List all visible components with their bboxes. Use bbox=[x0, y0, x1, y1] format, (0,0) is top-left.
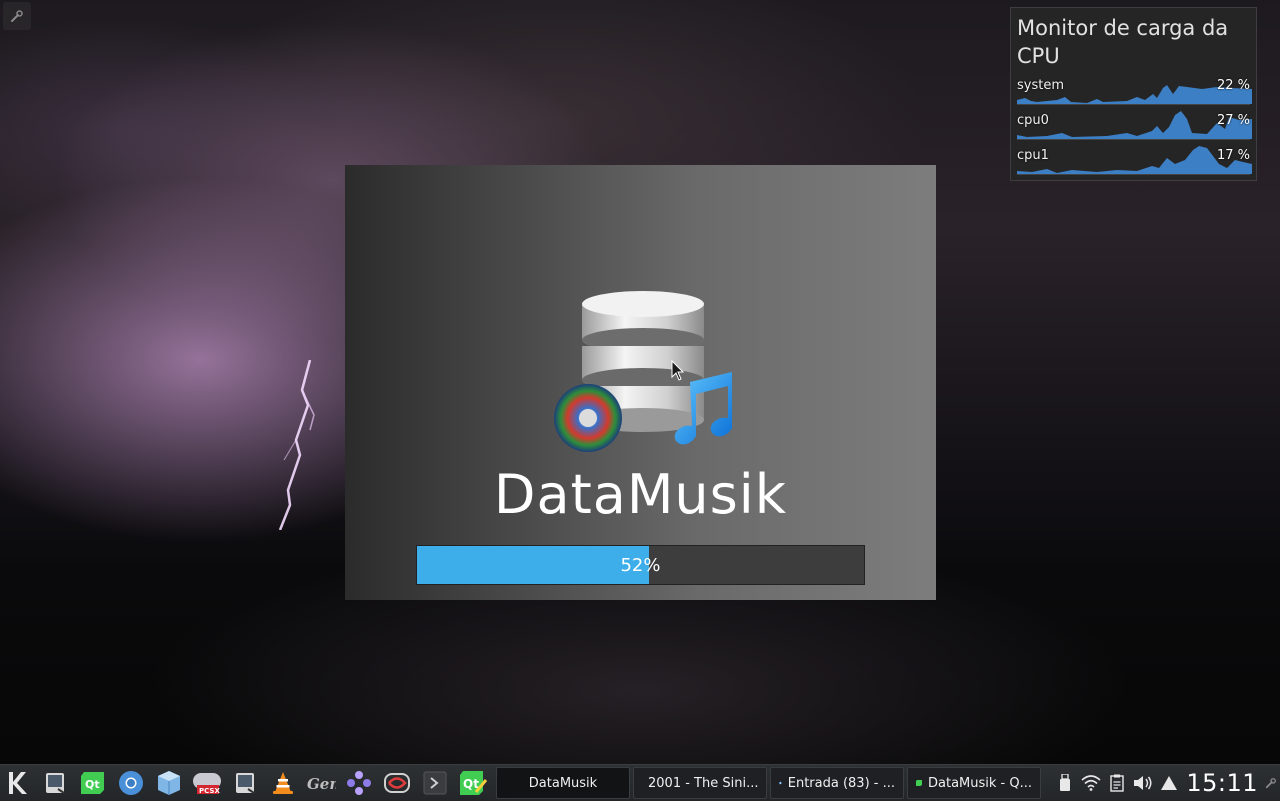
volume-button[interactable] bbox=[1130, 765, 1156, 801]
cpu-row-system: system 22 % bbox=[1017, 76, 1252, 105]
screenshot-app-icon-2 bbox=[236, 773, 255, 794]
expand-tray-button[interactable] bbox=[1156, 765, 1182, 801]
expand-tray-icon bbox=[1161, 776, 1178, 790]
screenshot-app-launcher[interactable] bbox=[36, 765, 74, 801]
vlc-launcher[interactable] bbox=[264, 765, 302, 801]
pcsx-icon: PCSX bbox=[193, 773, 221, 795]
cpu-row-value: 27 % bbox=[1216, 113, 1250, 128]
terminal-icon bbox=[423, 771, 447, 795]
wifi-icon bbox=[1081, 775, 1101, 791]
chromium-launcher[interactable] bbox=[112, 765, 150, 801]
python-icon bbox=[384, 773, 410, 793]
python-launcher[interactable] bbox=[378, 765, 416, 801]
gens-icon: Gens bbox=[307, 775, 336, 793]
qt-creator-icon bbox=[916, 780, 922, 786]
cpu-row-label: system bbox=[1017, 78, 1064, 93]
usb-device-icon bbox=[1060, 774, 1071, 791]
task-browser-mail[interactable]: Entrada (83) - ... bbox=[770, 767, 904, 799]
clipboard-button[interactable] bbox=[1104, 765, 1130, 801]
wrench-icon bbox=[1265, 778, 1276, 789]
cpu-row-value: 22 % bbox=[1216, 78, 1250, 93]
cpu-row-cpu0: cpu0 27 % bbox=[1017, 111, 1252, 140]
app-name-title: DataMusik bbox=[493, 463, 788, 526]
cpu-load-monitor-widget[interactable]: Monitor de carga da CPU system 22 % cpu0… bbox=[1010, 7, 1257, 181]
task-label: Entrada (83) - ... bbox=[787, 775, 895, 791]
mouse-cursor-icon bbox=[671, 360, 685, 381]
system-tray: 15:11 bbox=[1052, 765, 1280, 801]
svg-text:Qt: Qt bbox=[85, 778, 100, 791]
task-label: 2001 - The Sini... bbox=[648, 775, 759, 791]
screenshot-app-launcher-2[interactable] bbox=[226, 765, 264, 801]
cpu-row-cpu1: cpu1 17 % bbox=[1017, 146, 1252, 175]
gens-launcher[interactable]: Gens bbox=[302, 765, 340, 801]
task-label: DataMusik - Q... bbox=[928, 775, 1032, 791]
chromium-icon bbox=[119, 771, 143, 795]
task-qt-creator[interactable]: DataMusik - Q... bbox=[907, 767, 1041, 799]
database-music-logo-icon bbox=[554, 291, 732, 452]
kde-logo-icon bbox=[9, 772, 27, 794]
virtualbox-launcher[interactable] bbox=[150, 765, 188, 801]
datamusik-splash-window: DataMusik 52% bbox=[345, 165, 936, 600]
screenshot-app-icon bbox=[46, 773, 65, 794]
task-label: DataMusik bbox=[528, 775, 598, 791]
pcsx-launcher[interactable]: PCSX bbox=[188, 765, 226, 801]
application-launcher-button[interactable] bbox=[0, 765, 36, 801]
task-file-manager[interactable]: 2001 - The Sini... bbox=[633, 767, 767, 799]
vlc-icon bbox=[273, 772, 293, 794]
task-datamusik-splash[interactable]: DataMusik bbox=[496, 767, 630, 799]
digital-clock[interactable]: 15:11 bbox=[1182, 769, 1262, 797]
chromium-icon bbox=[779, 781, 782, 785]
virtualbox-icon bbox=[158, 771, 180, 795]
cpu-row-label: cpu0 bbox=[1017, 113, 1049, 128]
taskbar-panel: Qt PCSX Gens Qt DataMusik 2001 - The Sin… bbox=[0, 764, 1280, 801]
svg-text:Gens: Gens bbox=[307, 775, 336, 793]
cpu-row-label: cpu1 bbox=[1017, 148, 1049, 163]
usb-device-button[interactable] bbox=[1052, 765, 1078, 801]
network-button[interactable] bbox=[1078, 765, 1104, 801]
qt-designer-icon: Qt bbox=[460, 771, 487, 795]
loading-progress-bar: 52% bbox=[416, 545, 865, 585]
volume-icon bbox=[1134, 776, 1152, 790]
game-emulator-icon bbox=[347, 771, 371, 795]
panel-toolbox-button[interactable] bbox=[1262, 765, 1280, 801]
lightning-decoration bbox=[278, 360, 315, 530]
progress-percentage: 52% bbox=[620, 554, 661, 576]
qt-creator-launcher[interactable]: Qt bbox=[74, 765, 112, 801]
desktop-toolbox-button[interactable] bbox=[3, 2, 31, 30]
cpu-row-value: 17 % bbox=[1216, 148, 1250, 163]
svg-text:PCSX: PCSX bbox=[199, 787, 220, 795]
cpu-monitor-title: Monitor de carga da CPU bbox=[1017, 16, 1229, 68]
game-emulator-launcher[interactable] bbox=[340, 765, 378, 801]
qt-designer-launcher[interactable]: Qt bbox=[454, 765, 492, 801]
clipboard-icon bbox=[1110, 774, 1125, 792]
wrench-icon bbox=[11, 10, 23, 22]
terminal-launcher[interactable] bbox=[416, 765, 454, 801]
qt-creator-icon: Qt bbox=[81, 772, 104, 794]
